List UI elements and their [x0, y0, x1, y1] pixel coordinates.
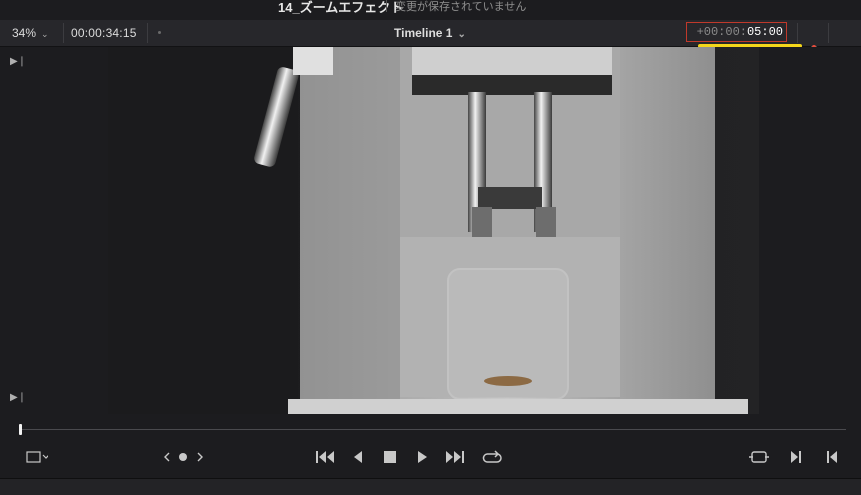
- marker-flag-icon[interactable]: ▶❘: [10, 392, 26, 403]
- scrubber-bar[interactable]: [0, 415, 861, 437]
- in-point-icon[interactable]: [788, 449, 804, 465]
- nav-left-icon: [164, 452, 170, 462]
- project-title: 14_ズームエフェクト: [278, 0, 404, 15]
- bottom-toolbar: [0, 479, 861, 495]
- play-icon[interactable]: [414, 449, 430, 465]
- crop-icon[interactable]: [24, 449, 48, 465]
- stop-icon[interactable]: [382, 449, 398, 465]
- divider: [828, 23, 829, 43]
- save-status: 変更が保存されていません: [395, 1, 527, 13]
- loop-icon[interactable]: [482, 449, 504, 465]
- video-frame-image: [108, 47, 759, 414]
- duration-value: 05:00: [746, 25, 783, 39]
- dot-icon: [158, 31, 161, 34]
- title-separator: [386, 0, 387, 12]
- transport-controls: [0, 438, 861, 479]
- out-point-icon[interactable]: [824, 449, 840, 465]
- viewer-toolbar: 34% ⌄ 00:00:34:15 Timeline 1 ⌄ +00:00:05:0…: [0, 20, 861, 66]
- divider: [147, 23, 148, 43]
- playhead[interactable]: [19, 424, 22, 435]
- zoom-level: 34%: [12, 26, 37, 40]
- scrubber-track[interactable]: [20, 429, 846, 430]
- zoom-dropdown[interactable]: 34% ⌄: [12, 20, 49, 46]
- timeline-name: Timeline 1: [394, 26, 453, 40]
- chevron-down-icon: ⌄: [457, 29, 466, 40]
- first-frame-icon[interactable]: [314, 449, 336, 465]
- nav-arrows[interactable]: [162, 449, 206, 465]
- divider: [797, 23, 798, 43]
- divider: [63, 23, 64, 43]
- duration-prefix: +00:00:: [696, 25, 747, 39]
- chevron-down-icon: ⌄: [41, 29, 49, 39]
- step-back-icon[interactable]: [350, 449, 366, 465]
- marker-flag-icon[interactable]: ▶❘: [10, 56, 26, 67]
- duration-field[interactable]: +00:00:05:00: [686, 22, 787, 42]
- title-bar: 14_ズームエフェクト 変更が保存されていません: [0, 0, 861, 20]
- video-frame[interactable]: [108, 47, 759, 414]
- nav-right-icon: [197, 452, 203, 462]
- last-frame-icon[interactable]: [444, 449, 466, 465]
- match-frame-icon[interactable]: [748, 449, 770, 465]
- timeline-selector[interactable]: Timeline 1 ⌄: [394, 20, 466, 46]
- source-timecode[interactable]: 00:00:34:15: [71, 20, 137, 46]
- nav-dot-icon: [179, 453, 187, 461]
